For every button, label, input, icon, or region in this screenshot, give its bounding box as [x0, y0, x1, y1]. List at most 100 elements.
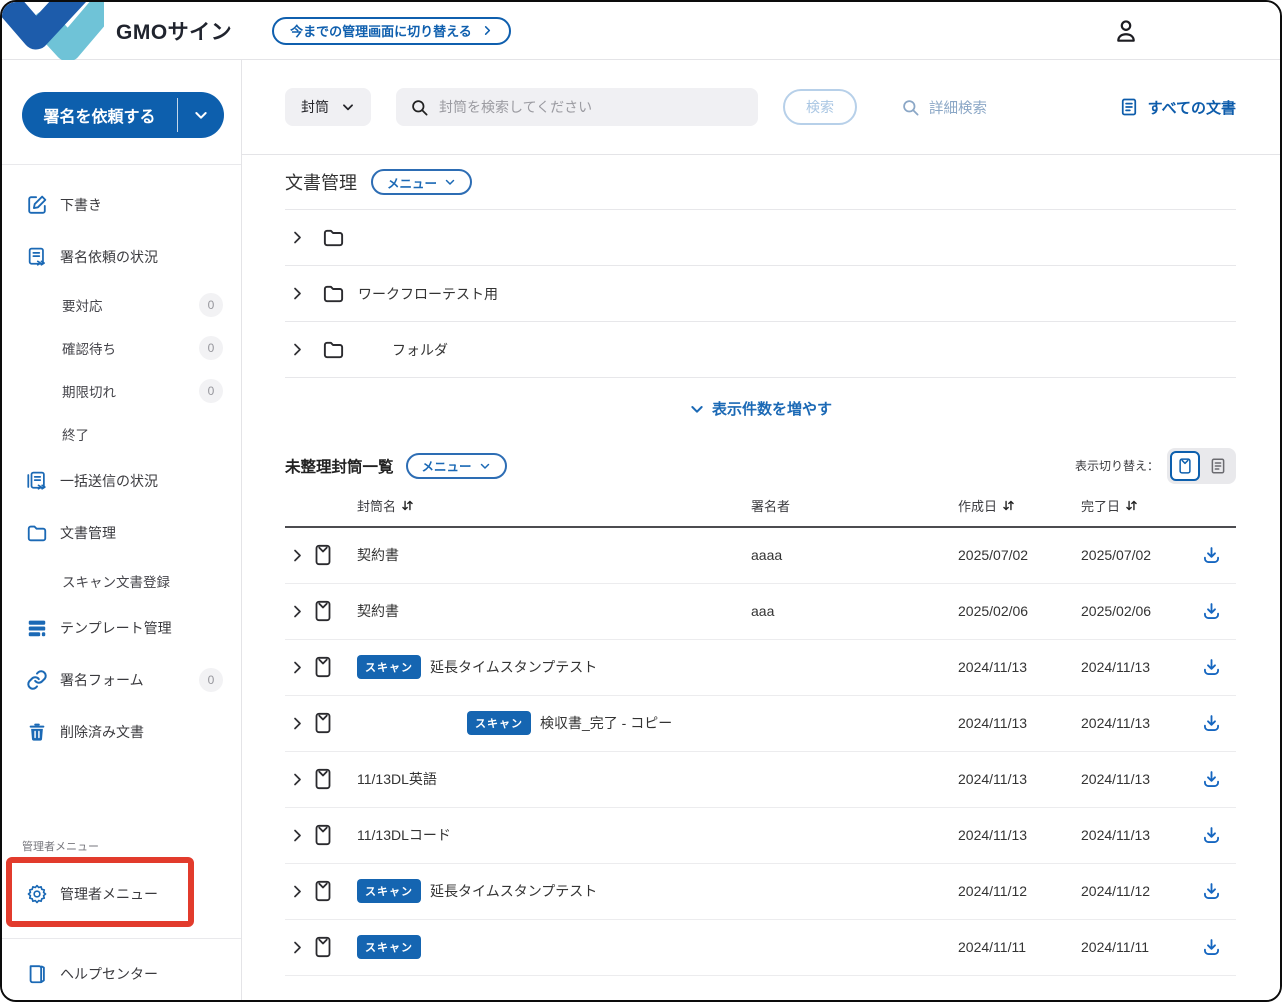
sidebar-item-document-management[interactable]: 文書管理	[2, 507, 241, 559]
download-icon[interactable]	[1201, 937, 1236, 958]
envelope-icon	[311, 935, 357, 959]
envelope-menu-button[interactable]: メニュー	[406, 453, 507, 479]
sidebar-item-action-required[interactable]: 要対応 0	[2, 283, 241, 326]
sidebar-item-signature-request-status[interactable]: 署名依頼の状況	[2, 231, 241, 283]
sidebar-item-awaiting-confirmation[interactable]: 確認待ち0	[2, 326, 241, 369]
chevron-right-icon[interactable]	[290, 940, 311, 955]
chevron-down-icon	[689, 401, 705, 417]
download-icon[interactable]	[1201, 769, 1236, 790]
all-documents-link[interactable]: すべての文書	[1119, 97, 1236, 118]
created-date: 2025/07/02	[958, 547, 1081, 563]
download-icon[interactable]	[1201, 825, 1236, 846]
envelope-icon	[311, 767, 357, 791]
folder-name: ワークフローテスト用	[358, 284, 498, 304]
book-icon	[26, 963, 48, 985]
chevron-down-icon[interactable]	[178, 92, 224, 138]
content: 文書管理 メニュー ワークフローテスト用フォルダ 表示件数を増やす 未整理封筒一…	[242, 155, 1280, 976]
search-category-dropdown[interactable]: 封筒	[285, 88, 371, 126]
sidebar-item-expired[interactable]: 期限切れ0	[2, 369, 241, 412]
sidebar-item-finished[interactable]: 終了	[2, 412, 241, 455]
view-toggle	[1167, 448, 1236, 484]
chevron-right-icon[interactable]	[290, 286, 305, 301]
list-view-button[interactable]	[1203, 451, 1233, 481]
envelope-section-header: 未整理封筒一覧 メニュー 表示切り替え：	[285, 446, 1236, 486]
search-button[interactable]: 検索	[783, 89, 857, 125]
sidebar-item-admin-menu[interactable]: 管理者メニュー	[2, 862, 241, 926]
sidebar-item-deleted-documents[interactable]: 削除済み文書	[2, 706, 241, 758]
app-window: GMOサイン 今までの管理画面に切り替える 署名を依頼する 下書き署名依頼の状況…	[0, 0, 1282, 1002]
sidebar-item-help-center[interactable]: ヘルプセンター	[2, 945, 241, 1002]
envelope-row: 契約書aaa2025/02/062025/02/06	[285, 584, 1236, 640]
sidebar-item-label: 期限切れ	[62, 381, 116, 401]
envelope-name: 契約書	[357, 601, 399, 621]
search-toolbar: 封筒 検索 詳細検索 すべての文書	[242, 60, 1280, 154]
folder-name: フォルダ	[358, 340, 448, 360]
sidebar-item-label: 文書管理	[60, 523, 116, 543]
sidebar-item-signature-form[interactable]: 署名フォーム0	[2, 654, 241, 706]
count-badge: 0	[199, 293, 223, 317]
sidebar-item-label: 管理者メニュー	[60, 884, 158, 904]
chevron-right-icon[interactable]	[290, 660, 311, 675]
chevron-right-icon[interactable]	[290, 884, 311, 899]
chevron-down-icon	[479, 460, 491, 472]
envelope-row: スキャン2024/11/112024/11/11	[285, 920, 1236, 976]
switch-admin-screen-button[interactable]: 今までの管理画面に切り替える	[272, 17, 511, 45]
request-signature-button[interactable]: 署名を依頼する	[22, 92, 224, 138]
completed-date: 2025/02/06	[1081, 603, 1201, 619]
sidebar-item-label: 終了	[62, 424, 89, 444]
chevron-right-icon[interactable]	[290, 828, 311, 843]
section-title: 文書管理	[285, 169, 357, 195]
increase-display-count-link[interactable]: 表示件数を増やす	[689, 398, 832, 419]
sidebar-item-label: 確認待ち	[62, 338, 116, 358]
sidebar-item-label: 要対応	[62, 295, 103, 315]
chevron-right-icon[interactable]	[290, 230, 305, 245]
chevron-right-icon[interactable]	[290, 604, 311, 619]
account-icon[interactable]	[1112, 17, 1140, 45]
download-icon[interactable]	[1201, 881, 1236, 902]
folder-row[interactable]: ワークフローテスト用	[285, 266, 1236, 322]
search-icon	[901, 98, 920, 117]
sidebar-item-drafts[interactable]: 下書き	[2, 179, 241, 231]
search-input[interactable]	[439, 99, 744, 115]
completed-date: 2024/11/13	[1081, 827, 1201, 843]
download-icon[interactable]	[1201, 657, 1236, 678]
folder-icon	[322, 338, 345, 361]
download-icon[interactable]	[1201, 713, 1236, 734]
sidebar-item-scan-document-registration[interactable]: スキャン文書登録	[2, 559, 241, 602]
column-envelope-name[interactable]: 封筒名	[357, 496, 751, 515]
column-created[interactable]: 作成日	[958, 496, 1081, 515]
sort-icon	[1125, 499, 1138, 512]
gmo-sign-logo-icon	[2, 2, 104, 65]
download-icon[interactable]	[1201, 601, 1236, 622]
folder-row[interactable]: フォルダ	[285, 322, 1236, 378]
sort-icon	[401, 499, 414, 512]
folder-icon	[322, 226, 345, 249]
envelope-row: スキャン延長タイムスタンプテスト2024/11/132024/11/13	[285, 640, 1236, 696]
chevron-right-icon[interactable]	[290, 342, 305, 357]
advanced-search-link[interactable]: 詳細検索	[901, 97, 987, 118]
section-title: 未整理封筒一覧	[285, 455, 394, 477]
completed-date: 2024/11/11	[1081, 939, 1201, 955]
sig-status-icon	[26, 246, 48, 268]
show-more-row: 表示件数を増やす	[285, 398, 1236, 422]
folder-row[interactable]	[285, 210, 1236, 266]
divider	[2, 938, 241, 939]
envelope-icon	[311, 599, 357, 623]
trash-icon	[26, 721, 48, 743]
chevron-right-icon[interactable]	[290, 548, 311, 563]
sidebar-item-template-management[interactable]: テンプレート管理	[2, 602, 241, 654]
envelope-table-body: 契約書aaaa2025/07/022025/07/02契約書aaa2025/02…	[285, 528, 1236, 976]
scan-badge: スキャン	[357, 879, 421, 903]
created-date: 2024/11/12	[958, 883, 1081, 899]
envelope-view-button[interactable]	[1170, 451, 1200, 481]
document-menu-button[interactable]: メニュー	[371, 169, 472, 195]
chevron-right-icon[interactable]	[290, 772, 311, 787]
chevron-right-icon[interactable]	[290, 716, 311, 731]
created-date: 2024/11/13	[958, 827, 1081, 843]
download-icon[interactable]	[1201, 545, 1236, 566]
sidebar: 署名を依頼する 下書き署名依頼の状況要対応 0 確認待ち0期限切れ0 終了一括送信の状…	[2, 60, 242, 1000]
column-completed[interactable]: 完了日	[1081, 496, 1201, 515]
sidebar-item-bulk-send-status[interactable]: 一括送信の状況	[2, 455, 241, 507]
sort-icon	[1002, 499, 1015, 512]
completed-date: 2024/11/13	[1081, 771, 1201, 787]
